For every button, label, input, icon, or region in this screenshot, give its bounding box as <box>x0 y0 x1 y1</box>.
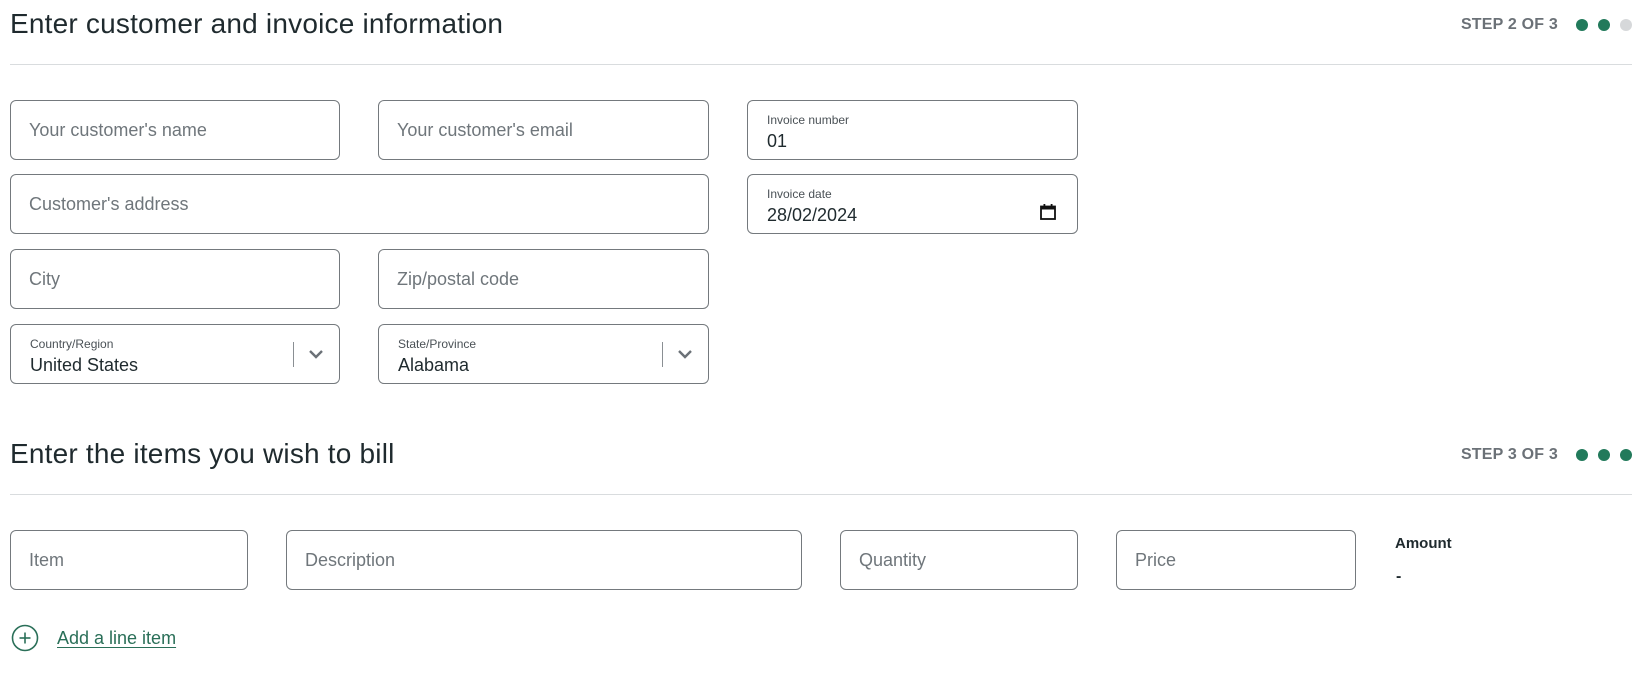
city-field[interactable] <box>10 249 340 309</box>
price-input[interactable] <box>1117 531 1355 589</box>
amount-label: Amount <box>1395 535 1452 552</box>
invoice-number-label: Invoice number <box>767 113 850 127</box>
customer-name-field[interactable] <box>10 100 340 160</box>
add-line-item-button[interactable]: Add a line item <box>11 624 176 652</box>
item-field[interactable] <box>10 530 248 590</box>
step-label: STEP 2 OF 3 <box>1460 16 1558 33</box>
step-dot-2 <box>1598 449 1610 461</box>
add-line-item-link[interactable]: Add a line item <box>57 628 176 649</box>
customer-section-title: Enter customer and invoice information <box>10 8 504 39</box>
step-dot-3 <box>1620 19 1632 31</box>
chevron-down-icon[interactable] <box>307 345 325 363</box>
quantity-input[interactable] <box>841 531 1077 589</box>
section-divider <box>10 64 1632 65</box>
chevron-down-icon[interactable] <box>676 345 694 363</box>
country-label: Country/Region <box>30 337 114 351</box>
step-label: STEP 3 OF 3 <box>1460 446 1558 463</box>
customer-address-input[interactable] <box>11 175 708 233</box>
step-dot-1 <box>1576 19 1588 31</box>
customer-email-field[interactable] <box>378 100 709 160</box>
zip-field[interactable] <box>378 249 709 309</box>
customer-name-input[interactable] <box>11 101 339 159</box>
calendar-icon[interactable] <box>1039 203 1057 221</box>
description-input[interactable] <box>287 531 801 589</box>
state-label: State/Province <box>398 337 477 351</box>
zip-input[interactable] <box>379 250 708 308</box>
plus-circle-icon[interactable] <box>11 624 39 652</box>
quantity-field[interactable] <box>840 530 1078 590</box>
step-dot-1 <box>1576 449 1588 461</box>
select-separator <box>293 342 294 367</box>
step-dot-3 <box>1620 449 1632 461</box>
customer-email-input[interactable] <box>379 101 708 159</box>
state-value: Alabama <box>398 355 470 375</box>
section-divider <box>10 494 1632 495</box>
invoice-date-value[interactable]: 28/02/2024 <box>767 205 857 226</box>
price-field[interactable] <box>1116 530 1356 590</box>
invoice-date-label: Invoice date <box>767 187 832 201</box>
state-select[interactable]: State/Province Alabama <box>378 324 709 384</box>
item-input[interactable] <box>11 531 247 589</box>
invoice-number-value[interactable]: 01 <box>767 131 787 152</box>
country-select[interactable]: Country/Region United States <box>10 324 340 384</box>
step-indicator-2: STEP 2 OF 3 <box>1461 16 1632 34</box>
step-indicator-3: STEP 3 OF 3 <box>1461 446 1632 464</box>
items-section-title: Enter the items you wish to bill <box>10 438 395 469</box>
customer-address-field[interactable] <box>10 174 709 234</box>
city-input[interactable] <box>11 250 339 308</box>
step-dot-2 <box>1598 19 1610 31</box>
amount-value: - <box>1396 568 1402 585</box>
description-field[interactable] <box>286 530 802 590</box>
select-separator <box>662 342 663 367</box>
country-value: United States <box>30 355 139 375</box>
invoice-number-field[interactable]: Invoice number 01 <box>747 100 1078 160</box>
invoice-date-field[interactable]: Invoice date 28/02/2024 <box>747 174 1078 234</box>
